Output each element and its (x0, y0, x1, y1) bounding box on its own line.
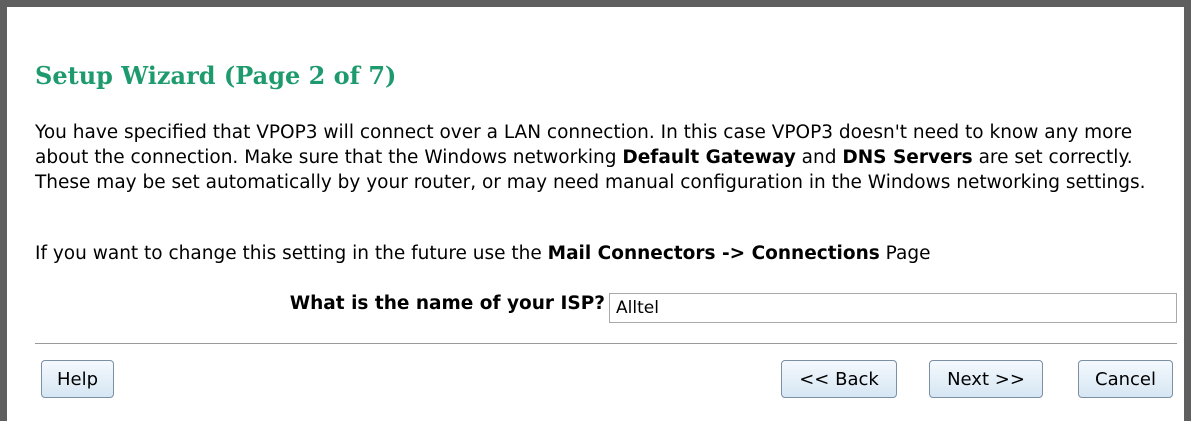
mail-connectors-path: Mail Connectors -> Connections (547, 243, 880, 264)
divider (35, 343, 1177, 344)
next-button[interactable]: Next >> (929, 360, 1043, 398)
wizard-window: Setup Wizard (Page 2 of 7) You have spec… (0, 0, 1191, 421)
back-button[interactable]: << Back (781, 360, 897, 398)
future-change-note: If you want to change this setting in th… (35, 241, 1177, 266)
description-text-2: and (795, 147, 843, 168)
default-gateway-term: Default Gateway (622, 147, 796, 168)
lan-connection-description: You have specified that VPOP3 will conne… (35, 120, 1177, 195)
note-text-2: Page (879, 243, 931, 264)
wizard-title: Setup Wizard (Page 2 of 7) (35, 61, 397, 90)
help-button[interactable]: Help (41, 360, 114, 398)
isp-name-input[interactable] (609, 293, 1177, 323)
dns-servers-term: DNS Servers (842, 147, 973, 168)
isp-name-label: What is the name of your ISP? (289, 293, 605, 314)
cancel-button[interactable]: Cancel (1078, 360, 1173, 398)
note-text-1: If you want to change this setting in th… (35, 243, 548, 264)
